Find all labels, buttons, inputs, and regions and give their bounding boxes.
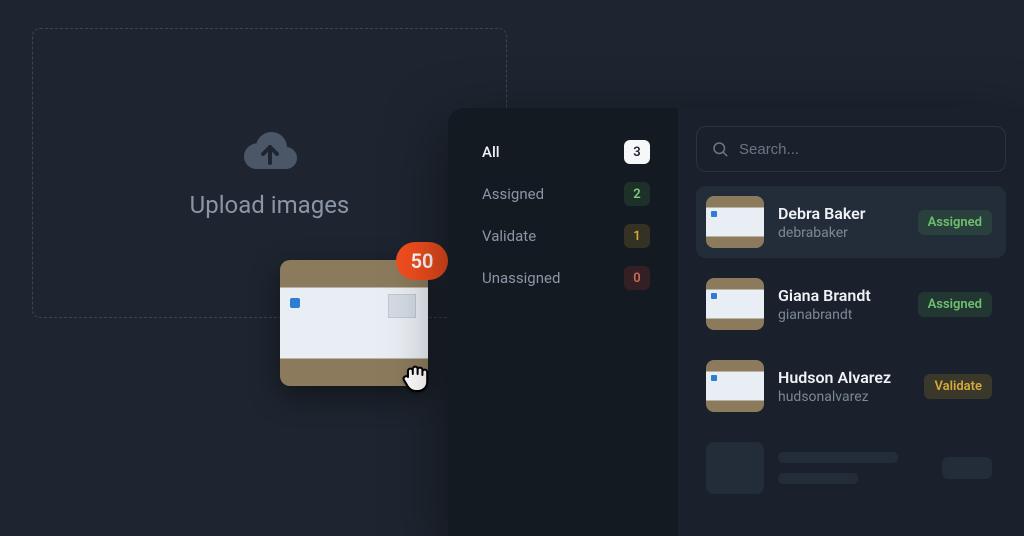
result-card[interactable]: Debra Baker debrabaker Assigned bbox=[696, 186, 1006, 258]
filter-label: Validate bbox=[482, 227, 536, 245]
filter-count-badge: 1 bbox=[624, 224, 650, 248]
filter-row[interactable]: Assigned 2 bbox=[482, 182, 650, 206]
result-card[interactable]: Giana Brandt gianabrandt Assigned bbox=[696, 268, 1006, 340]
results-list: Debra BakerdebrabakerAssignedGiana Brand… bbox=[696, 186, 1006, 504]
status-badge: Validate bbox=[924, 374, 992, 399]
status-badge: Assigned bbox=[918, 292, 992, 317]
search-field[interactable] bbox=[696, 126, 1006, 172]
result-info: Hudson Alvarez hudsonalvarez bbox=[778, 368, 910, 405]
skeleton-thumbnail bbox=[706, 442, 764, 494]
filter-count-badge: 0 bbox=[624, 266, 650, 290]
assignment-panel: All 3 Assigned 2 Validate 1 Unassigned 0 Debra … bbox=[448, 108, 1024, 536]
filter-list: All 3 Assigned 2 Validate 1 Unassigned 0 bbox=[448, 108, 678, 536]
filter-label: Unassigned bbox=[482, 269, 560, 287]
filter-row[interactable]: Unassigned 0 bbox=[482, 266, 650, 290]
upload-dropzone-label: Upload images bbox=[190, 191, 350, 219]
search-icon bbox=[711, 140, 729, 158]
skeleton-line bbox=[778, 452, 898, 463]
filter-count-badge: 3 bbox=[624, 140, 650, 164]
results-column: Debra BakerdebrabakerAssignedGiana Brand… bbox=[678, 108, 1024, 536]
filter-label: Assigned bbox=[482, 185, 544, 203]
filter-row[interactable]: All 3 bbox=[482, 140, 650, 164]
result-name: Debra Baker bbox=[778, 204, 904, 223]
drag-count-badge: 50 bbox=[396, 242, 448, 280]
result-card-skeleton bbox=[696, 432, 1006, 504]
result-thumbnail bbox=[706, 196, 764, 248]
filter-row[interactable]: Validate 1 bbox=[482, 224, 650, 248]
result-thumbnail bbox=[706, 360, 764, 412]
result-info: Giana Brandt gianabrandt bbox=[778, 286, 904, 323]
grab-cursor-icon bbox=[398, 358, 436, 396]
filter-count-badge: 2 bbox=[624, 182, 650, 206]
result-name: Giana Brandt bbox=[778, 286, 904, 305]
filter-label: All bbox=[482, 143, 500, 161]
result-handle: gianabrandt bbox=[778, 307, 904, 323]
result-info: Debra Baker debrabaker bbox=[778, 204, 904, 241]
skeleton-info bbox=[778, 452, 928, 484]
skeleton-line bbox=[778, 473, 858, 484]
dragged-image-thumbnail[interactable]: 50 bbox=[280, 260, 428, 386]
result-card[interactable]: Hudson Alvarez hudsonalvarez Validate bbox=[696, 350, 1006, 422]
result-handle: debrabaker bbox=[778, 225, 904, 241]
result-name: Hudson Alvarez bbox=[778, 368, 910, 387]
result-handle: hudsonalvarez bbox=[778, 389, 910, 405]
status-badge: Assigned bbox=[918, 210, 992, 235]
skeleton-status bbox=[942, 457, 992, 479]
cloud-upload-icon bbox=[239, 127, 301, 173]
search-input[interactable] bbox=[739, 141, 991, 158]
result-thumbnail bbox=[706, 278, 764, 330]
